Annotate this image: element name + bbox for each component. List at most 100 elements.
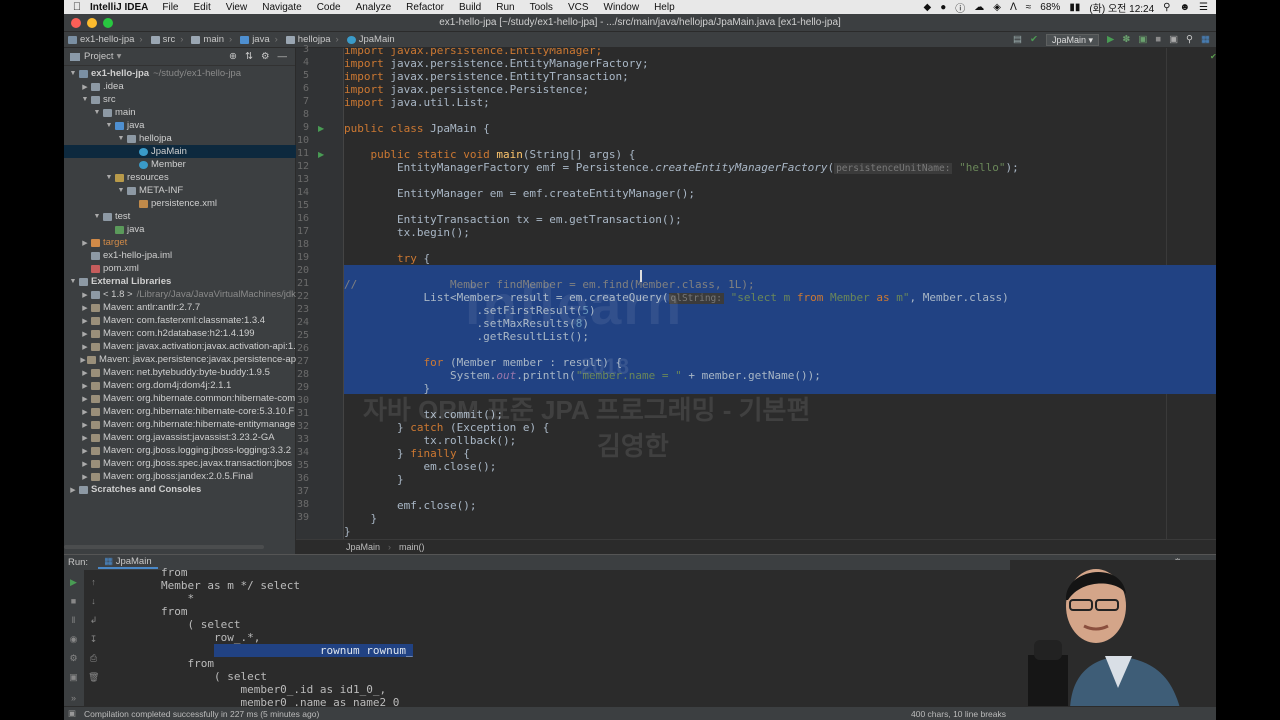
menu-navigate[interactable]: Navigate: [262, 2, 301, 13]
tree-item[interactable]: ▼ test: [64, 210, 296, 223]
collapse-all-icon[interactable]: ⇅: [245, 51, 253, 62]
search-everywhere-icon[interactable]: ⚲: [1186, 34, 1193, 45]
tree-item[interactable]: ▶ Maven: javax.persistence:javax.persiste…: [64, 353, 296, 366]
tree-item[interactable]: ▶ Maven: org.jboss.logging:jboss-logging:…: [64, 444, 296, 457]
line-number[interactable]: 34: [287, 447, 309, 458]
up-arrow-icon[interactable]: ↑: [88, 578, 99, 587]
run-configuration-select[interactable]: JpaMain ▾: [1045, 33, 1100, 46]
tree-item[interactable]: ▶ .idea: [64, 80, 296, 93]
collapsed-arrow-icon[interactable]: ▶: [80, 382, 90, 390]
rerun-icon[interactable]: ▶: [68, 578, 79, 587]
tree-item[interactable]: java: [64, 223, 296, 236]
down-arrow-icon[interactable]: ↓: [88, 597, 99, 606]
tree-item[interactable]: ▼ src: [64, 93, 296, 106]
inspection-ok-icon[interactable]: ✔: [1210, 52, 1216, 61]
expanded-arrow-icon[interactable]: ▼: [92, 213, 102, 220]
breadcrumb-method[interactable]: main(): [399, 542, 425, 552]
line-number[interactable]: 33: [287, 434, 309, 445]
menu-view[interactable]: View: [226, 2, 248, 13]
line-number[interactable]: 39: [287, 512, 309, 523]
horizontal-scrollbar[interactable]: [64, 545, 264, 549]
line-number[interactable]: 18: [287, 239, 309, 250]
run-gutter-icon[interactable]: ▶: [318, 124, 324, 133]
collapsed-arrow-icon[interactable]: ▶: [80, 83, 90, 91]
notification-center-icon[interactable]: ☰: [1199, 2, 1208, 13]
expanded-arrow-icon[interactable]: ▼: [68, 278, 78, 285]
tree-item[interactable]: ▶ Maven: net.bytebuddy:byte-buddy:1.9.5: [64, 366, 296, 379]
collapsed-arrow-icon[interactable]: ▶: [80, 343, 90, 351]
line-number[interactable]: 12: [287, 161, 309, 172]
tree-item[interactable]: ▶ Maven: org.hibernate:hibernate-core:5.3…: [64, 405, 296, 418]
menu-code[interactable]: Code: [317, 2, 341, 13]
expanded-arrow-icon[interactable]: ▼: [116, 135, 126, 142]
line-number[interactable]: 21: [287, 278, 309, 289]
settings-sync-icon[interactable]: ▦: [1201, 34, 1210, 45]
line-number[interactable]: 31: [287, 408, 309, 419]
project-view-selector[interactable]: Project: [84, 51, 114, 62]
collapsed-arrow-icon[interactable]: ▶: [80, 434, 90, 442]
collapsed-arrow-icon[interactable]: ▶: [80, 369, 90, 377]
line-number[interactable]: 3: [287, 44, 309, 55]
tree-item[interactable]: ▶ Maven: org.javassist:javassist:3.23.2-G…: [64, 431, 296, 444]
settings-icon[interactable]: ⚙: [68, 654, 79, 663]
bluetooth-icon[interactable]: ᐱ: [1010, 2, 1017, 13]
line-number[interactable]: 20: [287, 265, 309, 276]
tree-item[interactable]: ▼ ex1-hello-jpa ~/study/ex1-hello-jpa: [64, 67, 296, 80]
collapsed-arrow-icon[interactable]: ▶: [68, 486, 78, 494]
clock[interactable]: (화) 오전 12:24: [1089, 0, 1154, 15]
line-number[interactable]: 4: [287, 57, 309, 68]
collapsed-arrow-icon[interactable]: ▶: [80, 239, 90, 247]
tree-item[interactable]: ▼ hellojpa: [64, 132, 296, 145]
build-project-icon[interactable]: ✔: [1030, 34, 1038, 45]
layout-icon[interactable]: ▣: [68, 673, 79, 682]
debug-icon[interactable]: ✽: [1122, 34, 1130, 45]
breadcrumb-jpamain[interactable]: JpaMain: [343, 34, 399, 45]
menu-tools[interactable]: Tools: [530, 2, 553, 13]
collapsed-arrow-icon[interactable]: ▶: [80, 304, 90, 312]
expanded-arrow-icon[interactable]: ▼: [92, 109, 102, 116]
soft-wrap-icon[interactable]: ↲: [88, 616, 99, 625]
menu-app-name[interactable]: IntelliJ IDEA: [90, 2, 148, 13]
line-number[interactable]: 26: [287, 343, 309, 354]
tree-item[interactable]: ▼ resources: [64, 171, 296, 184]
menu-analyze[interactable]: Analyze: [356, 2, 392, 13]
line-number[interactable]: 5: [287, 70, 309, 81]
line-number[interactable]: 30: [287, 395, 309, 406]
tree-item[interactable]: pom.xml: [64, 262, 296, 275]
wifi-icon[interactable]: ≈: [1026, 2, 1032, 13]
expanded-arrow-icon[interactable]: ▼: [116, 187, 126, 194]
menu-vcs[interactable]: VCS: [568, 2, 589, 13]
breadcrumb-project[interactable]: ex1-hello-jpa ›: [64, 34, 147, 45]
line-number[interactable]: 11: [287, 148, 309, 159]
hide-panel-icon[interactable]: —: [278, 51, 288, 62]
status-icon[interactable]: ●: [940, 2, 946, 13]
tree-item[interactable]: ▶ Maven: javax.activation:javax.activatio…: [64, 340, 296, 353]
expanded-arrow-icon[interactable]: ▼: [104, 174, 114, 181]
line-number[interactable]: 37: [287, 486, 309, 497]
battery-icon[interactable]: ▮▮: [1069, 2, 1080, 13]
stop-icon[interactable]: ■: [68, 597, 79, 606]
chevron-down-icon[interactable]: ▾: [117, 51, 122, 62]
tree-item[interactable]: ▶ Maven: com.fasterxml:classmate:1.3.4: [64, 314, 296, 327]
apple-menu-icon[interactable]: : [64, 1, 90, 13]
line-number[interactable]: 10: [287, 135, 309, 146]
line-number[interactable]: 23: [287, 304, 309, 315]
tree-item[interactable]: ▼ META-INF: [64, 184, 296, 197]
expanded-arrow-icon[interactable]: ▼: [68, 70, 78, 77]
collapsed-arrow-icon[interactable]: ▶: [80, 408, 90, 416]
expanded-arrow-icon[interactable]: ▼: [104, 122, 114, 129]
run-gutter-icon[interactable]: ▶: [318, 150, 324, 159]
tree-item[interactable]: ▶ target: [64, 236, 296, 249]
more-icon[interactable]: »: [68, 694, 79, 703]
collapsed-arrow-icon[interactable]: ▶: [80, 447, 90, 455]
line-number[interactable]: 14: [287, 187, 309, 198]
tree-item[interactable]: ▼ java: [64, 119, 296, 132]
line-number[interactable]: 15: [287, 200, 309, 211]
line-number[interactable]: 8: [287, 109, 309, 120]
breadcrumb-src[interactable]: src ›: [147, 34, 188, 45]
tree-item[interactable]: ▶ Maven: org.hibernate.common:hibernate-c…: [64, 392, 296, 405]
user-avatar-icon[interactable]: ☻: [1180, 2, 1191, 13]
tree-item[interactable]: ▶ Maven: org.jboss:jandex:2.0.5.Final: [64, 470, 296, 483]
selection-info[interactable]: 400 chars, 10 line breaks: [911, 709, 1216, 719]
stop-icon[interactable]: ■: [1155, 34, 1161, 45]
